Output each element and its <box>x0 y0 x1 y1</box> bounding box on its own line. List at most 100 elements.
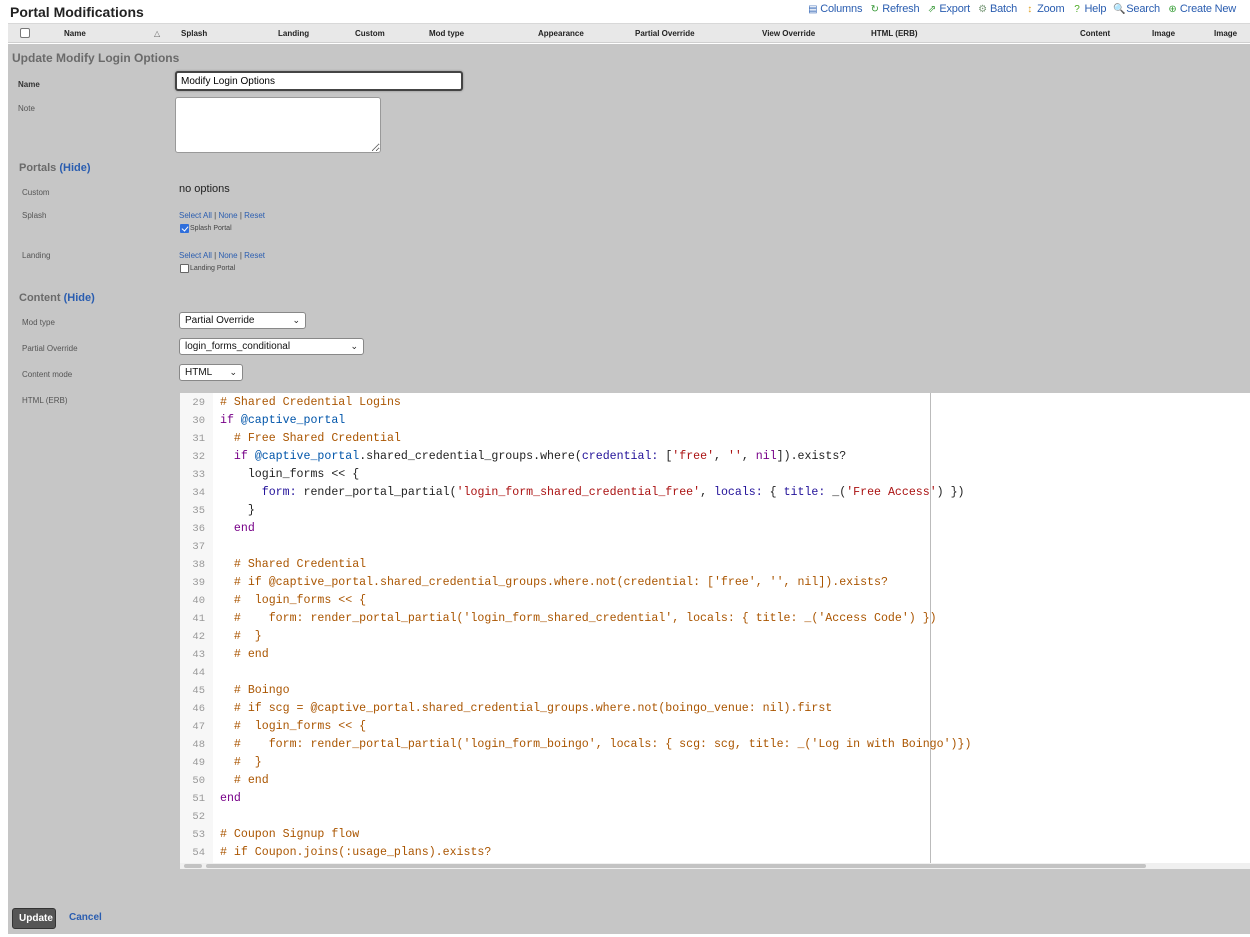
update-button[interactable]: Update <box>12 908 56 929</box>
splash-portal-checkbox[interactable] <box>180 224 189 233</box>
splash-portal-option[interactable]: Splash Portal <box>180 224 232 233</box>
column-header-appearance[interactable]: Appearance <box>538 29 584 38</box>
print-margin-line <box>930 393 931 863</box>
cancel-link[interactable]: Cancel <box>69 912 102 923</box>
name-input[interactable] <box>175 71 463 91</box>
code-token: 'login_form_shared_credential_free' <box>456 486 701 499</box>
splash-select-all-link[interactable]: Select All <box>179 211 212 220</box>
content-mode-select[interactable]: HTML ⌄ <box>179 364 243 381</box>
columns-toolbar-button[interactable]: ▤ Columns <box>807 3 862 15</box>
column-header-partial-override[interactable]: Partial Override <box>635 29 695 38</box>
code-token: { <box>762 486 784 499</box>
line-number: 49 <box>192 757 205 769</box>
portals-hide-link[interactable]: (Hide) <box>59 162 90 174</box>
code-token: end <box>220 792 241 805</box>
line-number: 44 <box>192 667 205 679</box>
column-header-landing[interactable]: Landing <box>278 29 309 38</box>
column-header-splash[interactable]: Splash <box>181 29 207 38</box>
column-header-custom[interactable]: Custom <box>355 29 385 38</box>
landing-portal-option[interactable]: Landing Portal <box>180 264 235 273</box>
column-header-content[interactable]: Content <box>1080 29 1110 38</box>
code-token: # form: render_portal_partial('login_for… <box>220 612 937 625</box>
partial-override-select[interactable]: login_forms_conditional ⌄ <box>179 338 364 355</box>
line-number: 41 <box>192 613 205 625</box>
code-token: # Shared Credential Logins <box>220 396 401 409</box>
code-token: , <box>741 450 756 463</box>
code-text: # end <box>220 646 269 664</box>
partial-override-value: login_forms_conditional <box>185 341 291 352</box>
code-token: # Boingo <box>220 684 290 697</box>
scrollbar-thumb[interactable] <box>206 864 1146 868</box>
column-header-mod-type[interactable]: Mod type <box>429 29 464 38</box>
export-toolbar-button[interactable]: ⇗ Export <box>926 3 970 15</box>
landing-label: Landing <box>22 251 51 260</box>
note-textarea[interactable] <box>175 97 381 153</box>
landing-none-link[interactable]: None <box>218 251 237 260</box>
content-section-title: Content (Hide) <box>19 292 95 304</box>
code-text: # if @captive_portal.shared_credential_g… <box>220 574 888 592</box>
line-number: 35 <box>192 505 205 517</box>
horizontal-scrollbar[interactable] <box>180 863 1250 869</box>
line-number: 43 <box>192 649 205 661</box>
column-header-html-erb[interactable]: HTML (ERB) <box>871 29 918 38</box>
select-all-rows-checkbox[interactable] <box>20 28 30 38</box>
mod-type-label: Mod type <box>22 318 55 327</box>
column-header-name[interactable]: Name <box>64 29 86 38</box>
code-text: # Shared Credential <box>220 556 366 574</box>
line-number: 40 <box>192 595 205 607</box>
code-token: , <box>700 486 715 499</box>
portals-section-label: Portals <box>19 162 57 174</box>
line-number: 33 <box>192 469 205 481</box>
landing-select-all-link[interactable]: Select All <box>179 251 212 260</box>
code-text: # if scg = @captive_portal.shared_creden… <box>220 700 832 718</box>
line-number: 47 <box>192 721 205 733</box>
code-text: # form: render_portal_partial('login_for… <box>220 736 972 754</box>
refresh-icon: ↻ <box>870 3 879 15</box>
refresh-toolbar-button[interactable]: ↻ Refresh <box>869 3 920 15</box>
code-token: .shared_credential_groups.where( <box>359 450 582 463</box>
code-token: # Shared Credential <box>220 558 367 571</box>
mod-type-select[interactable]: Partial Override ⌄ <box>179 312 306 329</box>
sort-triangle-icon[interactable]: △ <box>154 29 160 38</box>
landing-portal-checkbox[interactable] <box>180 264 189 273</box>
code-text: # } <box>220 628 262 646</box>
help-toolbar-button[interactable]: ? Help <box>1071 3 1106 15</box>
landing-portal-label: Landing Portal <box>190 265 236 272</box>
batch-toolbar-button[interactable]: ⚙ Batch <box>977 3 1017 15</box>
scrollbar-thumb-start[interactable] <box>184 864 202 868</box>
column-header-image[interactable]: Image <box>1214 29 1237 38</box>
toolbar-label: Create New <box>1179 3 1236 15</box>
content-hide-link[interactable]: (Hide) <box>64 292 95 304</box>
search-toolbar-button[interactable]: 🔍 Search <box>1113 3 1160 15</box>
column-header-image[interactable]: Image <box>1152 29 1175 38</box>
code-token: # if Coupon.joins(:usage_plans).exists? <box>220 846 492 859</box>
chevron-down-icon: ⌄ <box>229 367 237 377</box>
code-text: # login_forms << { <box>220 718 366 736</box>
code-token: title: <box>783 486 826 499</box>
code-token: if <box>220 414 234 427</box>
line-number: 51 <box>192 793 205 805</box>
line-number: 30 <box>192 415 205 427</box>
column-header-view-override[interactable]: View Override <box>762 29 815 38</box>
zoom-toolbar-button[interactable]: ↕ Zoom <box>1024 3 1064 15</box>
splash-none-link[interactable]: None <box>218 211 237 220</box>
code-text: form: render_portal_partial('login_form_… <box>220 484 965 502</box>
code-text: # form: render_portal_partial('login_for… <box>220 610 937 628</box>
code-text: } <box>220 502 255 520</box>
toolbar-label: Export <box>939 3 970 15</box>
line-number: 45 <box>192 685 205 697</box>
export-icon: ⇗ <box>927 3 936 15</box>
code-token: if <box>233 450 248 463</box>
create-new-toolbar-button[interactable]: ⊕ Create New <box>1167 3 1236 15</box>
landing-reset-link[interactable]: Reset <box>244 251 265 260</box>
portals-section-title: Portals (Hide) <box>19 162 91 174</box>
line-number: 36 <box>192 523 205 535</box>
code-editor[interactable]: 29 # Shared Credential Logins 30 if @captiv… <box>180 393 1250 869</box>
content-section-label: Content <box>19 292 61 304</box>
note-label: Note <box>18 104 35 113</box>
separator: | <box>214 251 217 260</box>
splash-reset-link[interactable]: Reset <box>244 211 265 220</box>
